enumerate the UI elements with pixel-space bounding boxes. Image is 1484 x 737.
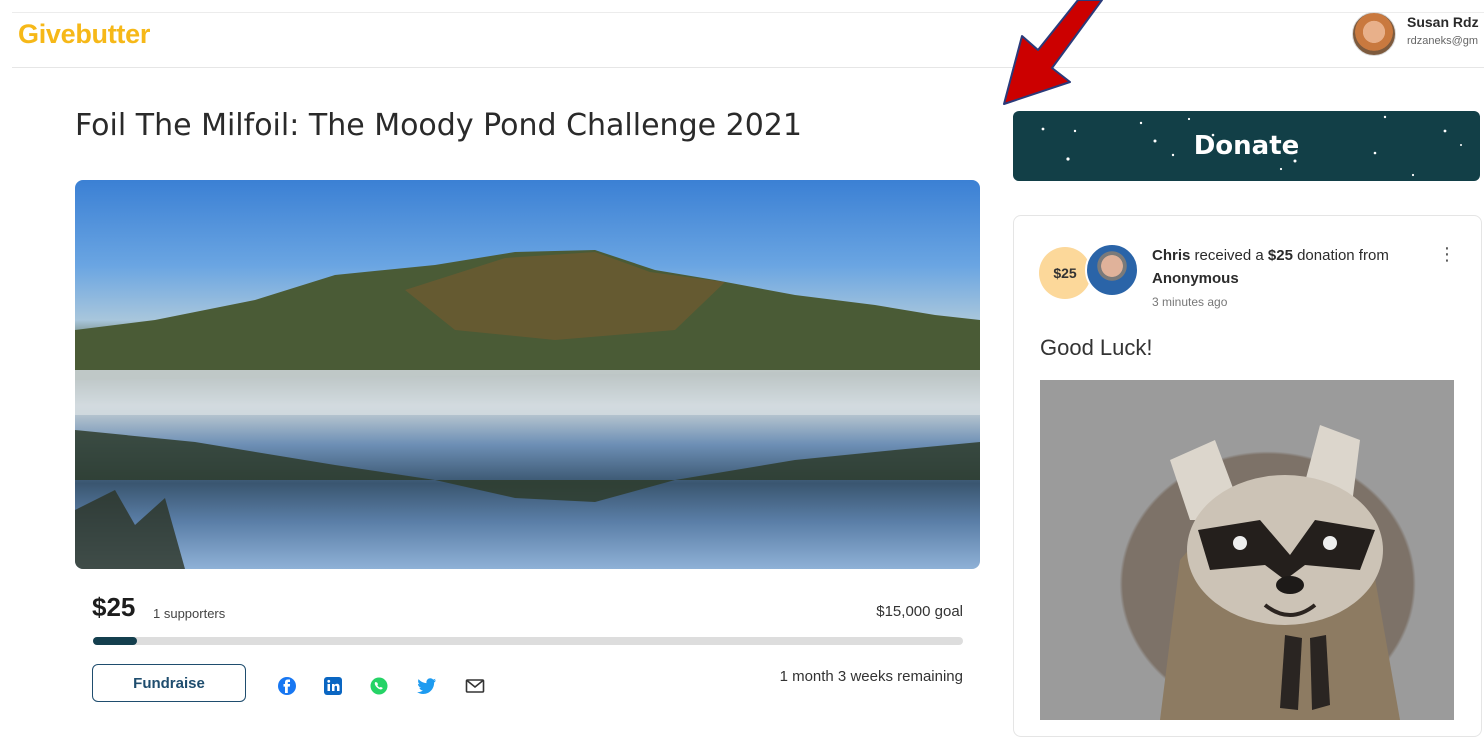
supporters-count: 1 supporters (153, 606, 226, 621)
mountain-lake-illustration (75, 250, 980, 569)
facebook-icon[interactable] (274, 673, 300, 699)
campaign-cover-image (75, 180, 980, 569)
donation-message: Good Luck! (1040, 335, 1153, 360)
goal-amount: $15,000 goal (876, 603, 963, 620)
linkedin-icon[interactable] (320, 673, 346, 699)
activity-timestamp: 3 minutes ago (1152, 295, 1228, 309)
recipient-name[interactable]: Chris (1152, 247, 1190, 264)
activity-text-after: donation from (1292, 247, 1389, 264)
progress-bar-fill (93, 637, 137, 645)
recipient-avatar[interactable] (1085, 243, 1139, 297)
donation-amount-badge: $25 (1039, 247, 1091, 299)
whatsapp-icon[interactable] (366, 673, 392, 699)
activity-text-middle: received a (1190, 247, 1268, 264)
donate-button[interactable]: Donate (1013, 111, 1480, 181)
progress-bar (93, 637, 963, 645)
user-email: rdzaneks@gm (1407, 35, 1479, 47)
annotation-arrow-icon (1003, 0, 1103, 105)
twitter-icon[interactable] (414, 673, 440, 699)
donor-name: Anonymous (1152, 270, 1239, 287)
donate-label: Donate (1193, 131, 1300, 161)
user-name[interactable]: Susan Rdz (1407, 14, 1479, 30)
top-navbar: Givebutter Susan Rdz rdzaneks@gm (12, 12, 1484, 68)
campaign-title: Foil The Milfoil: The Moody Pond Challen… (75, 108, 802, 143)
user-avatar[interactable] (1352, 12, 1396, 56)
time-remaining: 1 month 3 weeks remaining (779, 668, 963, 685)
donation-gif-image (1040, 380, 1454, 720)
donation-activity-text: Chris received a $25 donation from Anony… (1152, 244, 1422, 290)
more-options-icon[interactable]: ⋮ (1438, 244, 1456, 265)
givebutter-logo[interactable]: Givebutter (18, 19, 150, 50)
activity-amount: $25 (1267, 247, 1293, 264)
raccoon-illustration (1160, 425, 1400, 720)
fundraise-button[interactable]: Fundraise (92, 664, 246, 702)
email-icon[interactable] (462, 673, 488, 699)
amount-raised: $25 (92, 592, 136, 622)
